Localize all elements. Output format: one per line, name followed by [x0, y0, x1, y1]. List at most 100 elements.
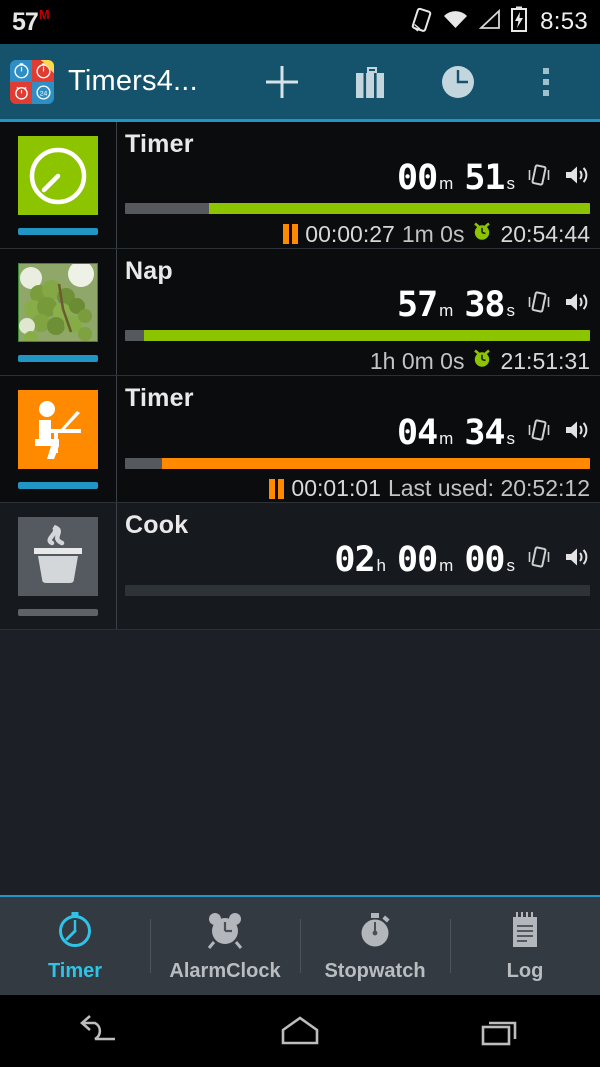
timers4me-app-icon: 24: [10, 59, 54, 104]
timer-progress-bar: [125, 458, 590, 469]
time-value-0: 57: [397, 285, 438, 326]
vibrate-icon[interactable]: [527, 163, 551, 192]
timer-details: Nap 57 m 38 s 1h 0m 0s 21:51:31: [117, 249, 600, 375]
progress-fill: [143, 330, 590, 341]
timer-meta: 00:00:27 1m 0s 20:54:44: [125, 220, 590, 248]
vibrate-icon[interactable]: [527, 545, 551, 574]
time-display: 04 m 34 s: [397, 413, 516, 453]
time-value-1: 34: [464, 413, 505, 453]
time-unit-0: m: [439, 301, 454, 321]
time-display: 02 h 00 m 00 s: [334, 540, 516, 580]
cooking-pot-icon: [18, 517, 98, 596]
timer-remaining-time: 57 m 38 s: [125, 281, 590, 326]
time-value-0: 00: [397, 158, 438, 199]
timer-accent-underline: [18, 355, 98, 362]
timer-row[interactable]: Timer 00 m 51 s 00:00:27 1m 0s 20:54:44: [0, 122, 600, 249]
timer-list: Timer 00 m 51 s 00:00:27 1m 0s 20:54:44 …: [0, 122, 600, 630]
tab-timer[interactable]: Timer: [0, 897, 150, 995]
status-number: 57: [12, 8, 39, 36]
icon-quadrant-24h: 24: [32, 81, 54, 104]
timer-alarm-time: 21:51:31: [500, 347, 590, 374]
progress-fill: [162, 458, 590, 469]
svg-text:24: 24: [39, 90, 47, 97]
back-arrow-icon: [80, 1015, 115, 1041]
timer-thumbnail-area[interactable]: [0, 122, 117, 248]
briefcase-icon: [356, 66, 384, 98]
recents-button[interactable]: [440, 995, 560, 1067]
clock-button[interactable]: [414, 43, 502, 121]
timer-duration-text: 1h 0m 0s: [369, 347, 465, 374]
time-value-1: 00: [397, 540, 438, 580]
clock-icon: [442, 65, 474, 98]
timer-duration-text: 1m 0s: [401, 220, 465, 247]
overflow-menu-button[interactable]: [502, 43, 590, 121]
icon-quadrant-alarm: [10, 81, 32, 104]
timer-thumbnail-area[interactable]: [0, 376, 117, 502]
pause-icon: [269, 478, 285, 499]
timer-details: Cook 02 h 00 m 00 s: [117, 503, 600, 629]
timer-thumbnail-area[interactable]: [0, 503, 117, 629]
stopwatch-timer-icon: [354, 909, 396, 956]
action-bar: 24 Timers4...: [0, 44, 600, 122]
time-display: 57 m 38 s: [397, 285, 516, 326]
time-value-0: 04: [397, 413, 438, 453]
timer-accent-underline: [18, 609, 98, 616]
timer-elapsed-text: 00:00:27: [305, 220, 395, 247]
timer-accent-underline: [18, 228, 98, 235]
tab-label: Log: [506, 960, 544, 982]
timer-row[interactable]: Cook 02 h 00 m 00 s: [0, 503, 600, 630]
timer-progress-bar: [125, 203, 590, 214]
tab-stopwatch[interactable]: Stopwatch: [300, 897, 450, 995]
time-unit-1: s: [506, 301, 516, 321]
tab-alarmclock[interactable]: AlarmClock: [150, 897, 300, 995]
timer-thumbnail-area[interactable]: [0, 249, 117, 375]
timer-accent-underline: [18, 482, 98, 489]
time-unit-0: m: [439, 429, 454, 448]
timer-remaining-time: 04 m 34 s: [125, 408, 590, 453]
stopwatch-icon: [54, 909, 96, 956]
time-unit-2: s: [506, 556, 516, 575]
tab-log[interactable]: Log: [450, 897, 600, 995]
volume-icon[interactable]: [563, 545, 590, 574]
volume-icon[interactable]: [563, 163, 590, 192]
page-title: Timers4...: [68, 65, 198, 97]
alarm-clock-icon: [204, 909, 246, 956]
icon-corner-fold: [41, 59, 54, 73]
timer-remaining-time: 02 h 00 m 00 s: [125, 535, 590, 580]
time-value-2: 00: [464, 540, 505, 580]
status-clock: 8:53: [540, 8, 588, 35]
tab-label: Timer: [47, 960, 103, 982]
vibrate-icon[interactable]: [527, 290, 551, 319]
wifi-icon: [442, 9, 469, 35]
presets-button[interactable]: [326, 43, 414, 121]
action-bar-actions: [238, 43, 590, 121]
more-vertical-icon: [543, 67, 549, 96]
timer-elapsed-text: 00:01:01: [291, 475, 381, 501]
time-unit-1: s: [506, 429, 516, 448]
status-icons: 8:53: [411, 6, 588, 38]
timer-row[interactable]: Nap 57 m 38 s 1h 0m 0s 21:51:31: [0, 249, 600, 376]
timer-row[interactable]: Timer 04 m 34 s 00:01:01 Last used: 20:5…: [0, 376, 600, 503]
app-screen: 57 M 8:53 24 Timers4... Timer 00 m 51 s …: [0, 0, 600, 1067]
status-number-superscript: M: [38, 7, 50, 22]
stopwatch-icon: [18, 136, 98, 215]
bottom-tab-bar: Timer AlarmClock Stopwatch Log: [0, 895, 600, 995]
add-timer-button[interactable]: [238, 43, 326, 121]
time-value-1: 38: [464, 285, 505, 326]
progress-fill: [208, 203, 590, 214]
recents-icon: [481, 1021, 517, 1046]
home-button[interactable]: [240, 995, 360, 1067]
time-unit-0: h: [376, 556, 387, 575]
volume-icon[interactable]: [563, 418, 590, 447]
time-unit-1: m: [439, 556, 454, 575]
volume-icon[interactable]: [563, 290, 590, 319]
progress-elapsed: [125, 330, 144, 341]
back-button[interactable]: [40, 995, 160, 1067]
vibrate-icon[interactable]: [527, 418, 551, 447]
tab-label: Stopwatch: [324, 960, 426, 982]
battery-charging-icon: [510, 6, 528, 38]
time-value-1: 51: [464, 158, 505, 199]
notepad-icon: [504, 909, 546, 956]
tab-label: AlarmClock: [169, 960, 281, 982]
alarm-clock-icon: [471, 220, 493, 248]
